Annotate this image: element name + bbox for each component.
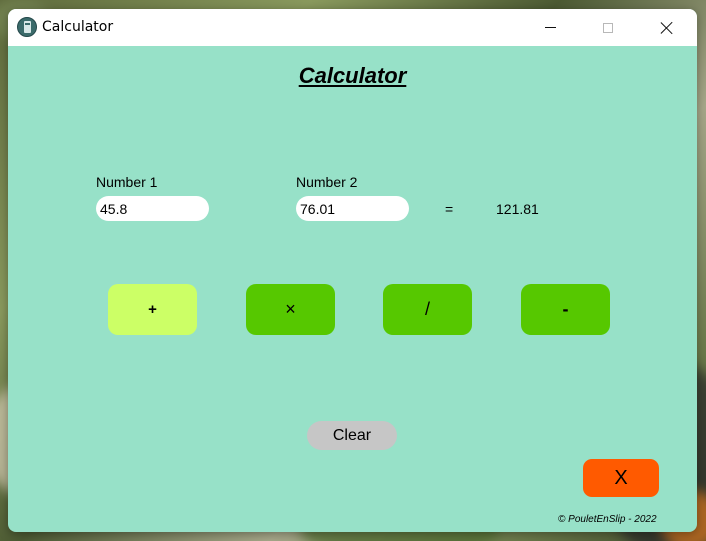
number2-input[interactable] (296, 196, 409, 221)
equals-sign: = (445, 201, 454, 217)
calculator-window: Calculator Calculator Number 1 Number 2 … (8, 9, 697, 532)
subtract-button[interactable]: - (521, 284, 610, 335)
result-value: 121.81 (496, 201, 539, 217)
divide-button[interactable]: / (383, 284, 472, 335)
number1-input[interactable] (96, 196, 209, 221)
number2-label: Number 2 (296, 174, 358, 190)
minimize-icon (544, 27, 556, 28)
multiply-button[interactable]: × (246, 284, 335, 335)
close-button[interactable] (644, 9, 690, 46)
exit-button[interactable]: X (583, 459, 659, 497)
maximize-button[interactable] (585, 9, 631, 46)
minimize-button[interactable] (527, 9, 573, 46)
clear-button[interactable]: Clear (307, 421, 397, 450)
window-title: Calculator (42, 19, 114, 35)
maximize-icon (603, 22, 613, 33)
calculator-icon (17, 17, 37, 37)
add-button[interactable]: + (108, 284, 197, 335)
title-bar[interactable]: Calculator (8, 9, 697, 46)
close-icon (660, 21, 674, 35)
page-title: Calculator (298, 63, 407, 88)
number1-label: Number 1 (96, 174, 158, 190)
copyright-footer: © PouletEnSlip - 2022 (558, 514, 657, 525)
